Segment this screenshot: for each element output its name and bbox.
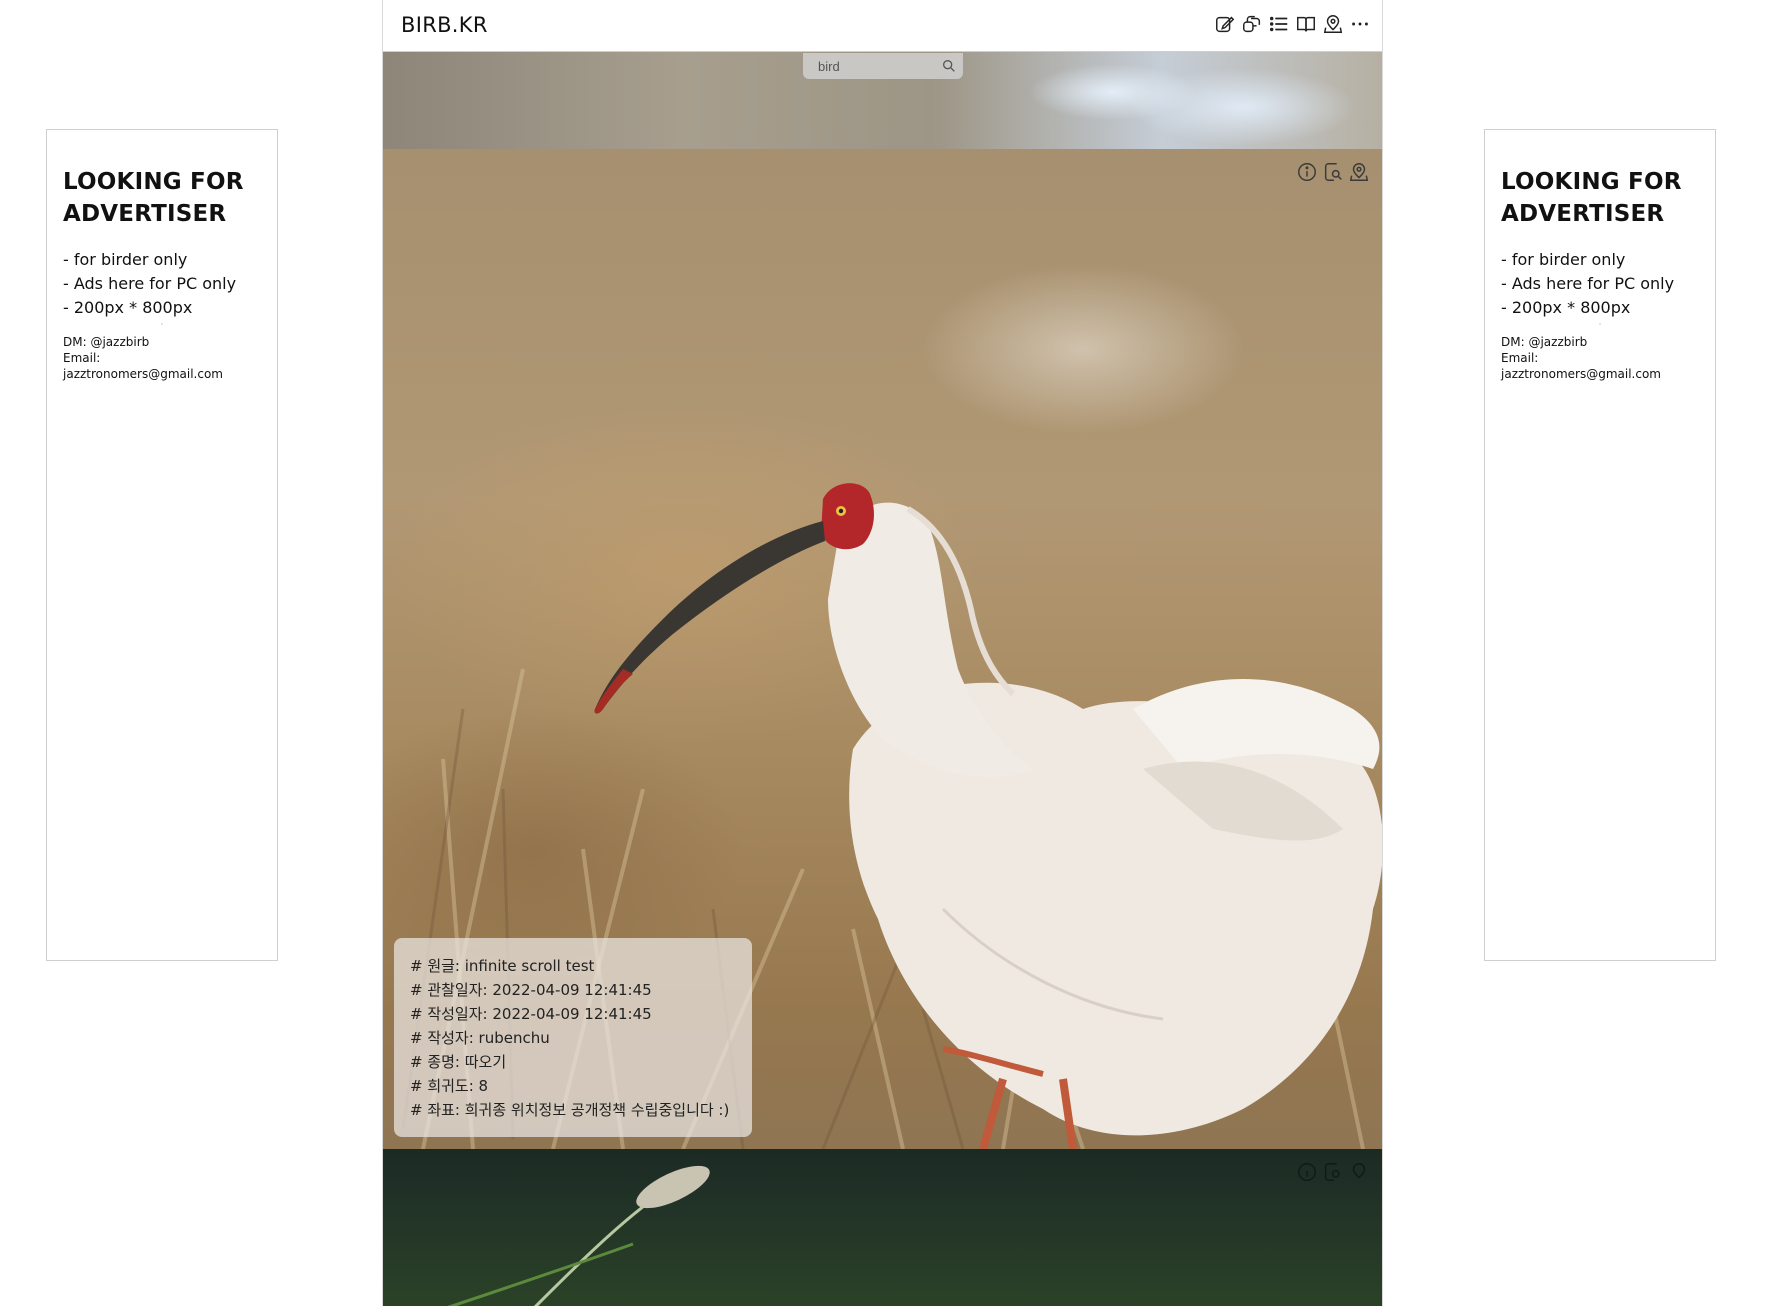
ad-line: - 200px * 800px: [1501, 298, 1631, 317]
ad-line: - for birder only: [63, 250, 188, 269]
ad-email: Email: jazztronomers@gmail.com: [63, 351, 223, 381]
list-icon[interactable]: [1267, 12, 1291, 36]
ad-panel-left: LOOKING FOR ADVERTISER - for birder only…: [46, 129, 278, 961]
bird-photo-next[interactable]: [383, 1149, 1382, 1306]
info-icon[interactable]: [1296, 161, 1318, 183]
search-doc-icon[interactable]: [1322, 161, 1344, 183]
feed-column: BIRB.KR bird # 원글: infinite scroll test …: [382, 0, 1383, 1306]
ad-line: - Ads here for PC only: [63, 274, 237, 293]
map-pin-icon[interactable]: [1321, 12, 1345, 36]
ad-title: LOOKING FOR ADVERTISER: [63, 169, 244, 227]
search-doc-icon[interactable]: [1322, 1161, 1344, 1183]
ad-title: LOOKING FOR ADVERTISER: [1501, 169, 1682, 227]
ad-line: - for birder only: [1501, 250, 1626, 269]
top-bar: BIRB.KR: [383, 0, 1382, 52]
site-logo[interactable]: BIRB.KR: [401, 13, 488, 37]
ad-line: - 200px * 800px: [63, 298, 193, 317]
info-icon[interactable]: [1296, 1161, 1318, 1183]
map-pin-icon[interactable]: [1348, 161, 1370, 183]
ad-panel-right: LOOKING FOR ADVERTISER - for birder only…: [1484, 129, 1716, 961]
photo-actions: [1296, 161, 1370, 183]
more-icon[interactable]: [1348, 12, 1372, 36]
photo-actions: [1296, 1161, 1370, 1183]
info-author: # 작성자: rubenchu: [410, 1029, 550, 1047]
ad-dm: DM: @jazzbirb: [63, 335, 150, 349]
gallery-icon[interactable]: [1240, 12, 1264, 36]
search-icon[interactable]: [941, 58, 957, 74]
ad-line: - Ads here for PC only: [1501, 274, 1675, 293]
edit-icon[interactable]: [1213, 12, 1237, 36]
ad-separator: ·: [160, 320, 164, 329]
book-icon[interactable]: [1294, 12, 1318, 36]
ad-email: Email: jazztronomers@gmail.com: [1501, 351, 1661, 381]
toolbar: [1213, 12, 1372, 36]
info-original-post: # 원글: infinite scroll test: [410, 957, 595, 975]
bird-photo[interactable]: # 원글: infinite scroll test # 관찰일자: 2022-…: [383, 149, 1382, 1149]
info-coordinates: # 좌표: 희귀종 위치정보 공개정책 수립중입니다 :): [410, 1101, 730, 1119]
post-info-box: # 원글: infinite scroll test # 관찰일자: 2022-…: [394, 938, 752, 1137]
info-rarity: # 희귀도: 8: [410, 1077, 489, 1095]
info-written-date: # 작성일자: 2022-04-09 12:41:45: [410, 1005, 652, 1023]
info-observed-date: # 관찰일자: 2022-04-09 12:41:45: [410, 981, 652, 999]
ad-separator: ·: [1598, 320, 1602, 329]
map-pin-icon[interactable]: [1348, 1161, 1370, 1183]
search-input[interactable]: [803, 53, 938, 79]
search-bar: [803, 53, 963, 79]
ad-dm: DM: @jazzbirb: [1501, 335, 1588, 349]
reed-image: [447, 1165, 710, 1306]
info-species: # 종명: 따오기: [410, 1053, 507, 1071]
